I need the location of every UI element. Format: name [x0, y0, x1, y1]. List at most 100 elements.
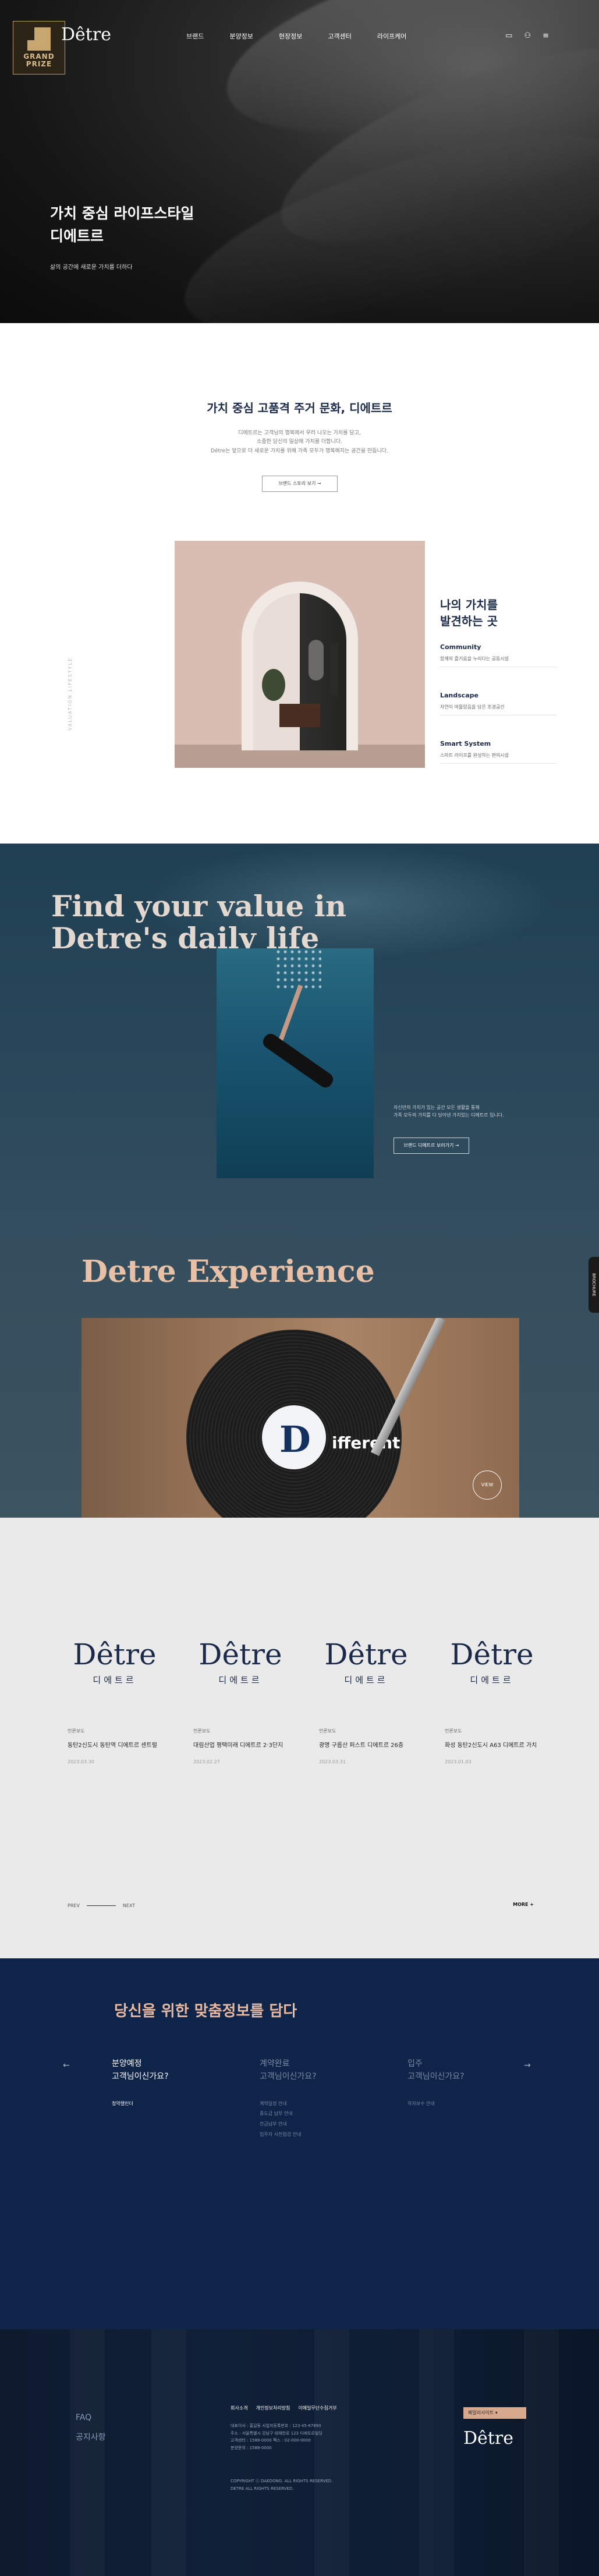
main-nav: 브랜드 분양정보 현장정보 고객센터 라이프케어 [186, 31, 406, 41]
value-item-title: Smart System [440, 740, 491, 747]
news-card[interactable]: Dêtre 디에트르 언론보도 대림산업 평택미래 디에트르 2·3단지 202… [193, 1640, 288, 1764]
grand-prize-badge: GRAND PRIZE [13, 21, 65, 75]
info-title: 당신을 위한 맞춤정보를 담다 [114, 2003, 297, 2020]
nav-sales[interactable]: 분양정보 [229, 31, 253, 41]
card-category: 언론보도 [68, 1728, 85, 1734]
info-columns: 분양예정 고객님이신가요? 청약캘린더 계약완료 고객님이신가요? 계약일정 안… [112, 2057, 506, 2139]
card-title: 동탄2신도시 동탄역 디에트르 센트럴 [68, 1742, 157, 1749]
family-site-select[interactable]: 패밀리사이트 ▾ [463, 2407, 526, 2419]
vertical-label: VALUATION LIFESTYLE [68, 657, 73, 731]
card-logo-ko: 디에트르 [218, 1675, 263, 1685]
user-icon[interactable]: ⚇ [524, 31, 531, 40]
info-col-presale[interactable]: 분양예정 고객님이신가요? 청약캘린더 [112, 2057, 211, 2139]
intro-section: 가치 중심 고품격 주거 문화, 디에트르 디에트르는 고객님의 행복에서 우러… [0, 323, 599, 844]
info-link[interactable]: 잔금납부 안내 [260, 2119, 359, 2129]
interior-image [175, 541, 425, 768]
news-pager: PREV NEXT [68, 1903, 135, 1908]
info-link[interactable]: 중도금 납부 안내 [260, 2109, 359, 2119]
value-item-title: Landscape [440, 692, 479, 699]
info-col-heading: 분양예정 고객님이신가요? [112, 2059, 169, 2082]
card-logo: Dêtre [324, 1638, 408, 1671]
info-link[interactable]: 청약캘린더 [112, 2099, 211, 2109]
record-label: D [262, 1405, 326, 1469]
news-card[interactable]: Dêtre 디에트르 언론보도 동탄2신도시 동탄역 디에트르 센트럴 2023… [68, 1640, 162, 1764]
info-col-list: 청약캘린더 [112, 2099, 211, 2109]
card-category: 언론보도 [193, 1728, 211, 1734]
more-button[interactable]: MORE + [513, 1902, 534, 1907]
footer-link-faq[interactable]: FAQ [76, 2408, 106, 2428]
award-icon [27, 27, 51, 51]
hero-title: 가치 중심 라이프스타일 디에트르 [50, 205, 194, 245]
brand-logo[interactable]: Dêtre [61, 24, 111, 45]
discover-value-title: 나의 가치를 발견하는 곳 [440, 598, 498, 628]
footer-company-info: 대표이사 : 홍길동 사업자등록번호 : 123-45-67890 주소 : 서… [231, 2423, 322, 2450]
news-cards: Dêtre 디에트르 언론보도 동탄2신도시 동탄역 디에트르 센트럴 2023… [68, 1640, 539, 1764]
value-description: 자신만의 가치가 있는 공간 모든 생활을 통해 가족 모두의 가치를 다 담아… [394, 1105, 504, 1118]
arrow-left-icon[interactable]: ← [63, 2061, 70, 2070]
info-link[interactable]: 하자보수 안내 [407, 2099, 506, 2109]
arrow-right-icon[interactable]: → [524, 2061, 531, 2070]
info-col-list: 계약일정 안내 중도금 납부 안내 잔금납부 안내 입주자 사전점검 안내 [260, 2099, 359, 2139]
card-title: 대림산업 평택미래 디에트르 2·3단지 [193, 1742, 283, 1749]
footer-link-notice[interactable]: 공지사항 [76, 2428, 106, 2448]
pager-progress [86, 1905, 116, 1906]
footer-nav: 회사소개 개인정보처리방침 이메일무단수집거부 [231, 2405, 337, 2411]
value-items: Community 함께의 즐거움을 누리다는 공동시설 Landscape 자… [440, 643, 557, 788]
intro-description: 디에트르는 고객님의 행복에서 우러 나오는 가치를 담고, 소중한 당신의 일… [186, 429, 413, 456]
nav-lifecare[interactable]: 라이프케어 [377, 31, 407, 41]
badge-text: GRAND PRIZE [23, 52, 55, 69]
value-section: Find your value in Detre's daily life 자신… [0, 844, 599, 1518]
different-text: ifferent [332, 1433, 400, 1452]
value-item-community[interactable]: Community 함께의 즐거움을 누리다는 공동시설 [440, 643, 557, 667]
nav-support[interactable]: 고객센터 [328, 31, 351, 41]
brand-story-button[interactable]: 브랜드 스토리 보기 → [262, 476, 338, 492]
value-item-desc: 자연이 머물렀음을 담은 조경공간 [440, 704, 505, 710]
pager-next[interactable]: NEXT [123, 1903, 135, 1908]
value-item-smart-system[interactable]: Smart System 스마트 라이프를 완성하는 편의시설 [440, 740, 557, 764]
info-col-heading: 계약완료 고객님이신가요? [260, 2059, 317, 2082]
value-item-title: Community [440, 643, 481, 651]
brand-detre-button[interactable]: 브랜드 디에트르 보러가기 → [394, 1138, 469, 1154]
card-date: 2023.03.30 [68, 1759, 94, 1764]
card-date: 2023.01.03 [445, 1759, 472, 1764]
intro-desc-line: Dêtre는 앞으로 더 새로운 가치를 위해 가족 모두가 행복해지는 공간을… [211, 448, 388, 454]
vinyl-banner[interactable]: D ifferent VIEW [81, 1318, 519, 1518]
info-link[interactable]: 계약일정 안내 [260, 2099, 359, 2109]
value-headline: Find your value in Detre's daily life [51, 889, 347, 955]
intro-desc-line: 디에트르는 고객님의 행복에서 우러 나오는 가치를 담고, [238, 430, 361, 436]
footer-nav-email[interactable]: 이메일무단수집거부 [298, 2405, 336, 2411]
news-section: Dêtre 디에트르 언론보도 동탄2신도시 동탄역 디에트르 센트럴 2023… [0, 1518, 599, 1958]
news-card[interactable]: Dêtre 디에트르 언론보도 광명 구름산 퍼스트 디에트르 26층 2023… [319, 1640, 413, 1764]
hero-section: GRAND PRIZE Dêtre 브랜드 분양정보 현장정보 고객센터 라이프… [0, 0, 599, 323]
info-col-movein[interactable]: 입주 고객님이신가요? 하자보수 안내 [407, 2057, 506, 2139]
card-category: 언론보도 [319, 1728, 336, 1734]
menu-icon[interactable]: ≡ [543, 31, 549, 40]
card-category: 언론보도 [445, 1728, 462, 1734]
info-col-heading: 입주 고객님이신가요? [407, 2059, 465, 2082]
info-col-list: 하자보수 안내 [407, 2099, 506, 2109]
value-item-desc: 함께의 즐거움을 누리다는 공동시설 [440, 656, 509, 661]
info-link[interactable]: 입주자 사전점검 안내 [260, 2129, 359, 2140]
card-date: 2023.03.31 [319, 1759, 346, 1764]
info-col-contracted[interactable]: 계약완료 고객님이신가요? 계약일정 안내 중도금 납부 안내 잔금납부 안내 … [260, 2057, 359, 2139]
nav-sites[interactable]: 현장정보 [279, 31, 302, 41]
card-logo-ko: 디에트르 [470, 1675, 514, 1685]
experience-title: Detre Experience [81, 1254, 375, 1289]
footer-nav-company[interactable]: 회사소개 [231, 2405, 247, 2411]
intro-desc-line: 소중한 당신의 일상에 가치를 더합니다. [257, 439, 342, 445]
footer-links: FAQ 공지사항 [76, 2408, 106, 2447]
custom-info-section: 당신을 위한 맞춤정보를 담다 ← → 분양예정 고객님이신가요? 청약캘린더 … [0, 1958, 599, 2329]
value-item-landscape[interactable]: Landscape 자연이 머물렀음을 담은 조경공간 [440, 692, 557, 715]
footer-nav-privacy[interactable]: 개인정보처리방침 [256, 2405, 290, 2411]
pager-prev[interactable]: PREV [68, 1903, 80, 1908]
view-button[interactable]: VIEW [473, 1471, 502, 1500]
footer: FAQ 공지사항 회사소개 개인정보처리방침 이메일무단수집거부 대표이사 : … [0, 2329, 599, 2576]
header-icons: ▭ ⚇ ≡ [505, 31, 549, 40]
news-card[interactable]: Dêtre 디에트르 언론보도 화성 동탄2신도시 A63 디에트르 가치 20… [445, 1640, 539, 1764]
card-title: 화성 동탄2신도시 A63 디에트르 가치 [445, 1742, 537, 1749]
brochure-tab[interactable]: BROCHURE [589, 1257, 599, 1313]
nav-brand[interactable]: 브랜드 [186, 31, 204, 41]
card-title: 광명 구름산 퍼스트 디에트르 26층 [319, 1742, 404, 1749]
card-logo-ko: 디에트르 [344, 1675, 388, 1685]
calendar-icon[interactable]: ▭ [505, 31, 512, 40]
